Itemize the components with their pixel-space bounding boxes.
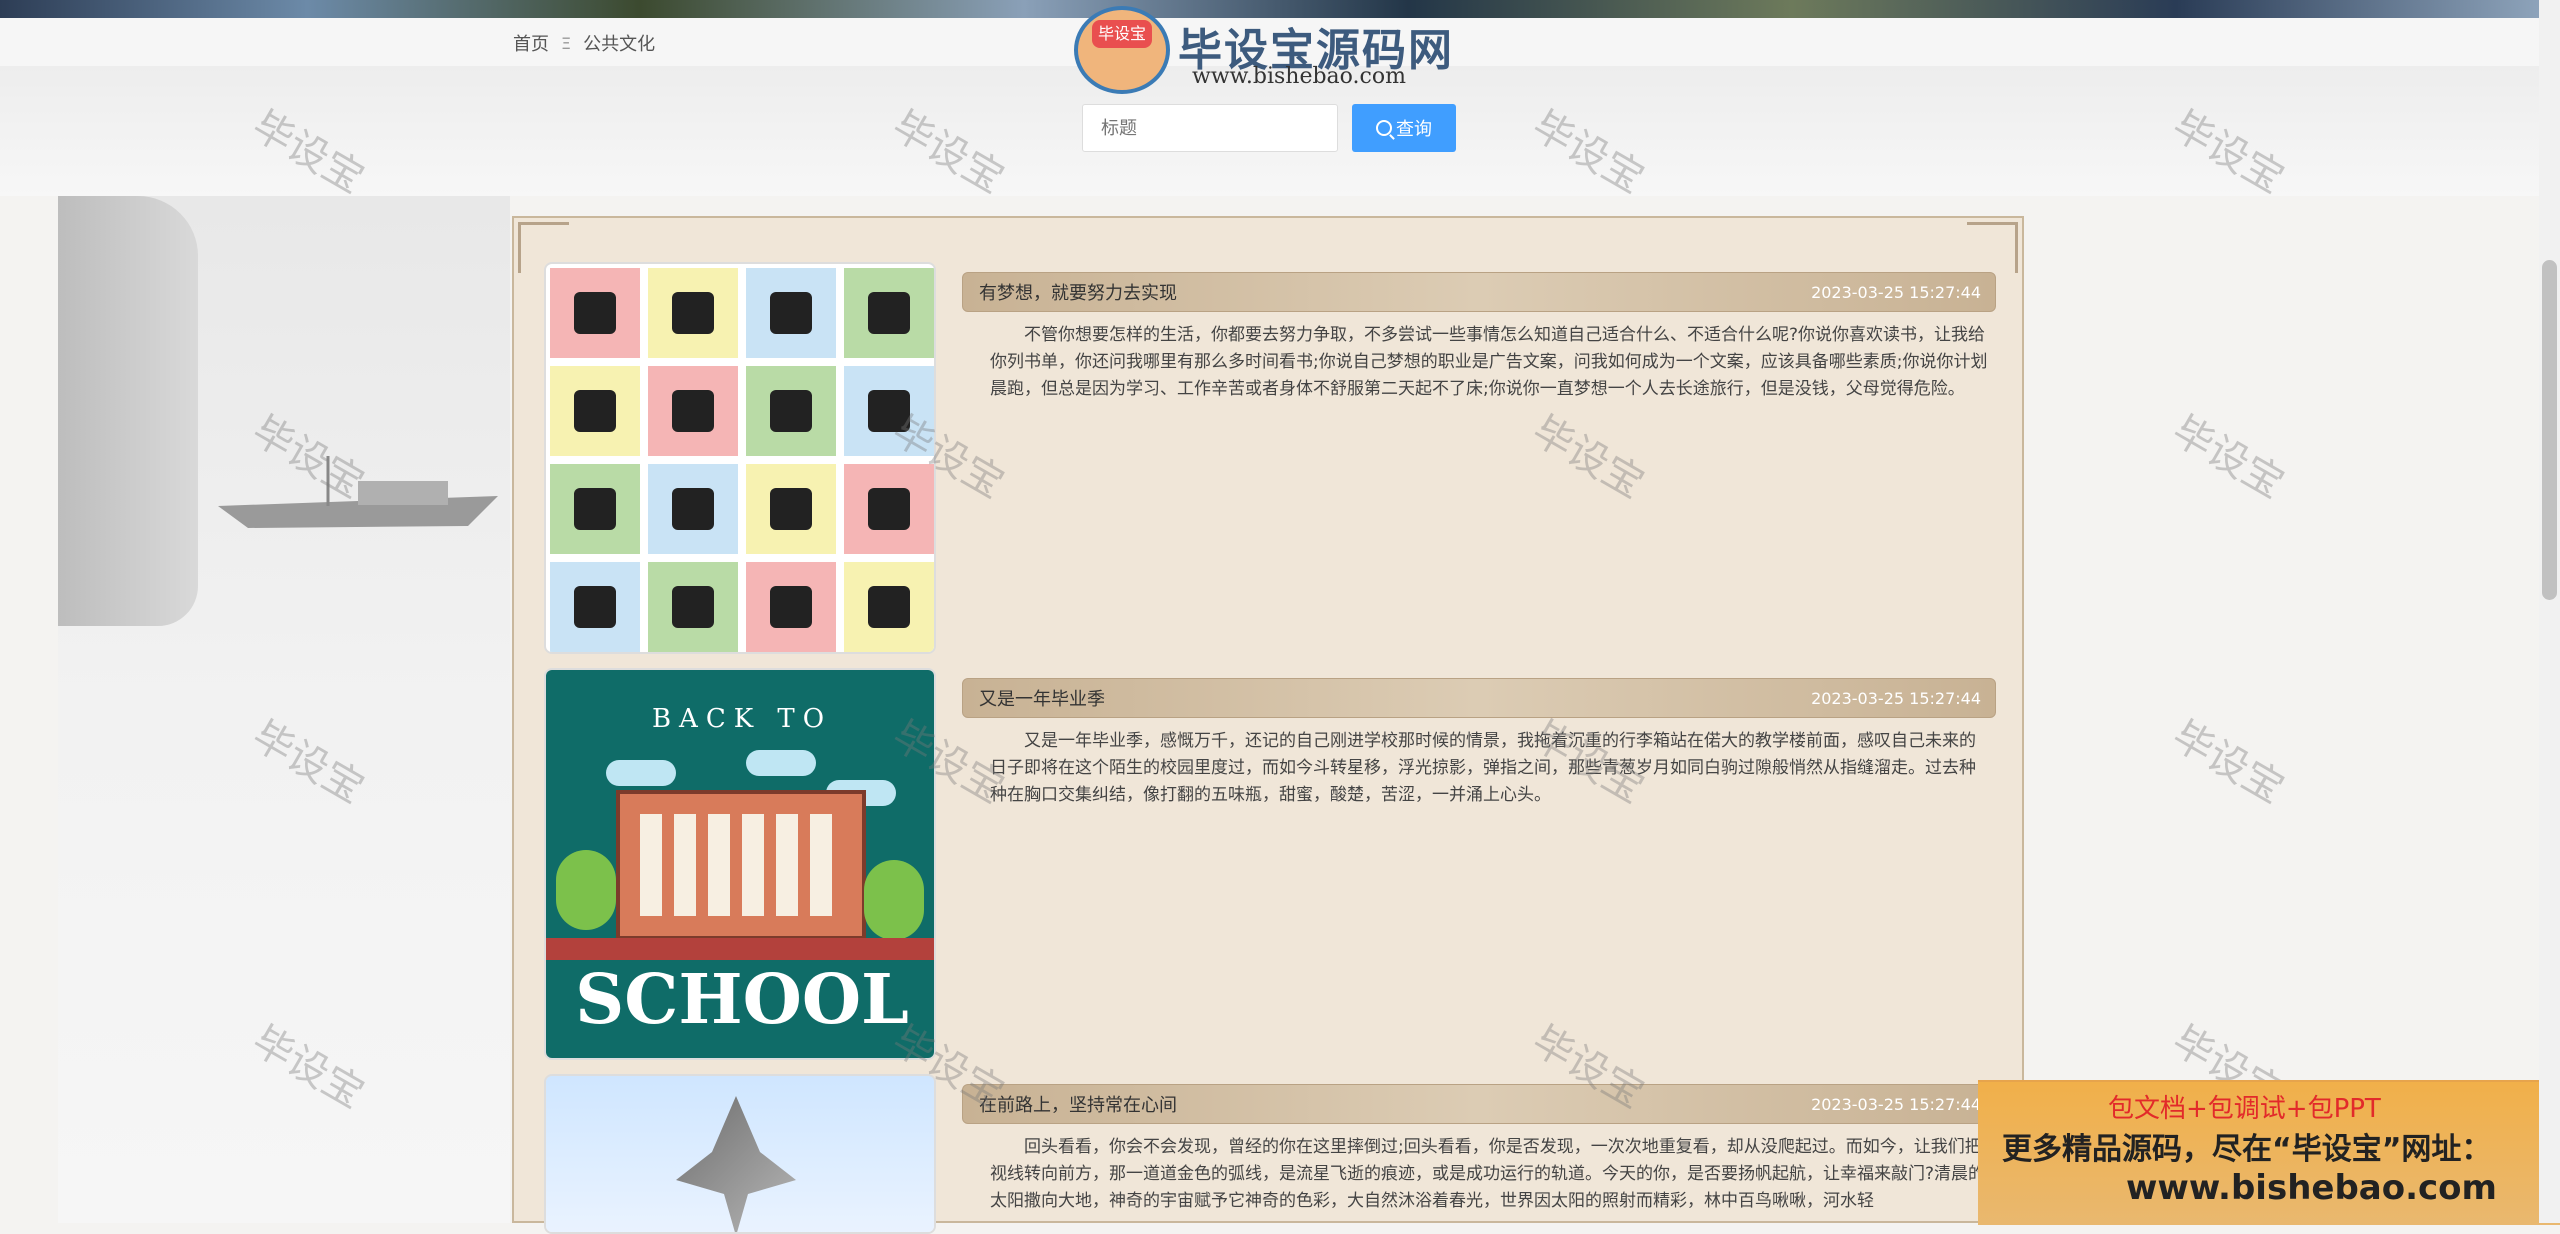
globe-icon (844, 562, 934, 652)
tree-icon (864, 860, 924, 940)
books-icon (648, 464, 738, 554)
article-item[interactable]: 有梦想，就要努力去实现 2023-03-25 15:27:44 不管你想要怎样的… (544, 262, 1996, 654)
breadcrumb-home-link[interactable]: 首页 (513, 30, 549, 56)
logo-url: www.bishebao.com (1192, 64, 1406, 89)
article-title[interactable]: 在前路上，坚持常在心间 (979, 1091, 1177, 1117)
school-bell-icon (550, 562, 640, 652)
site-logo: 毕设宝 毕设宝源码网 www.bishebao.com (1066, 4, 1456, 94)
article-item[interactable]: BACK TO SCHOOL 又是一年毕业季 2023-03-25 15:27:… (544, 668, 1996, 1060)
poster-heading: BACK TO (651, 704, 833, 734)
school-building-icon (616, 790, 866, 940)
search-icon (1376, 120, 1392, 136)
search-input[interactable] (1082, 104, 1338, 152)
breadcrumb-separator: Ξ (561, 33, 572, 53)
back-to-school-poster: BACK TO SCHOOL (546, 670, 934, 1058)
presentation-board-icon (746, 268, 836, 358)
vertical-scrollbar[interactable] (2539, 0, 2560, 1223)
background-landscape (58, 196, 510, 1223)
watermark: 毕设宝 (2164, 712, 2292, 813)
cap-books-icon (746, 464, 836, 554)
sculpture-photo (546, 1076, 934, 1232)
tree-icon (556, 850, 616, 930)
logo-badge: 毕设宝 (1092, 20, 1152, 48)
boat-illustration (218, 456, 498, 528)
bell-icon (550, 366, 640, 456)
breadcrumb-current[interactable]: 公共文化 (583, 30, 655, 56)
promo-line-1: 包文档+包调试+包PPT (2108, 1094, 2381, 1124)
desk-icon (550, 464, 640, 554)
rock-illustration (58, 196, 198, 626)
article-title-bar[interactable]: 在前路上，坚持常在心间 2023-03-25 15:27:44 (962, 1084, 1996, 1124)
article-thumbnail[interactable] (544, 1074, 936, 1234)
article-item[interactable]: 在前路上，坚持常在心间 2023-03-25 15:27:44 回头看看，你会不… (544, 1074, 1996, 1234)
article-summary: 不管你想要怎样的生活，你都要去努力争取，不多尝试一些事情怎么知道自己适合什么、不… (990, 325, 1988, 399)
sculpture-icon (676, 1096, 796, 1232)
article-thumbnail[interactable] (544, 262, 936, 654)
article-summary: 又是一年毕业季，感慨万千，还记的自己刚进学校那时候的情景，我拖着沉重的行李箱站在… (990, 731, 1976, 805)
watermark: 毕设宝 (2164, 407, 2292, 508)
article-date: 2023-03-25 15:27:44 (1811, 1094, 1981, 1114)
promo-banner[interactable]: 包文档+包调试+包PPT 更多精品源码，尽在“毕设宝”网址： www.bishe… (1978, 1080, 2560, 1225)
article-summary: 回头看看，你会不会发现，曾经的你在这里摔倒过;回头看看，你是否发现，一次次地重复… (990, 1137, 1986, 1211)
article-title-bar[interactable]: 有梦想，就要努力去实现 2023-03-25 15:27:44 (962, 272, 1996, 312)
laptop-cap-icon (746, 562, 836, 652)
article-title[interactable]: 有梦想，就要努力去实现 (979, 279, 1177, 305)
pen-paper-icon (648, 366, 738, 456)
promo-line-2: 更多精品源码，尽在“毕设宝”网址： (2002, 1132, 2492, 1167)
compass-icon (844, 464, 934, 554)
notebook-icon (648, 562, 738, 652)
article-title[interactable]: 又是一年毕业季 (979, 685, 1105, 711)
article-title-bar[interactable]: 又是一年毕业季 2023-03-25 15:27:44 (962, 678, 1996, 718)
graduation-cap-icon (648, 268, 738, 358)
graduate-icon (844, 268, 934, 358)
content-panel: 有梦想，就要努力去实现 2023-03-25 15:27:44 不管你想要怎样的… (512, 216, 2024, 1234)
search-button-label: 查询 (1396, 119, 1432, 139)
search-button[interactable]: 查询 (1352, 104, 1456, 152)
poster-ground (546, 938, 934, 960)
education-icon-grid (546, 264, 934, 652)
breadcrumb: 首页 Ξ 公共文化 (513, 30, 655, 56)
poster-word: SCHOOL (575, 960, 909, 1040)
cloud-icon (746, 750, 816, 776)
speaker-icon (844, 366, 934, 456)
article-thumbnail[interactable]: BACK TO SCHOOL (544, 668, 936, 1060)
article-date: 2023-03-25 15:27:44 (1811, 688, 1981, 708)
clock-icon (746, 366, 836, 456)
museum-icon (550, 268, 640, 358)
cloud-icon (606, 760, 676, 786)
mascot-icon: 毕设宝 (1074, 6, 1170, 94)
promo-url[interactable]: www.bishebao.com (2126, 1168, 2497, 1208)
scrollbar-thumb[interactable] (2542, 260, 2557, 600)
article-date: 2023-03-25 15:27:44 (1811, 282, 1981, 302)
